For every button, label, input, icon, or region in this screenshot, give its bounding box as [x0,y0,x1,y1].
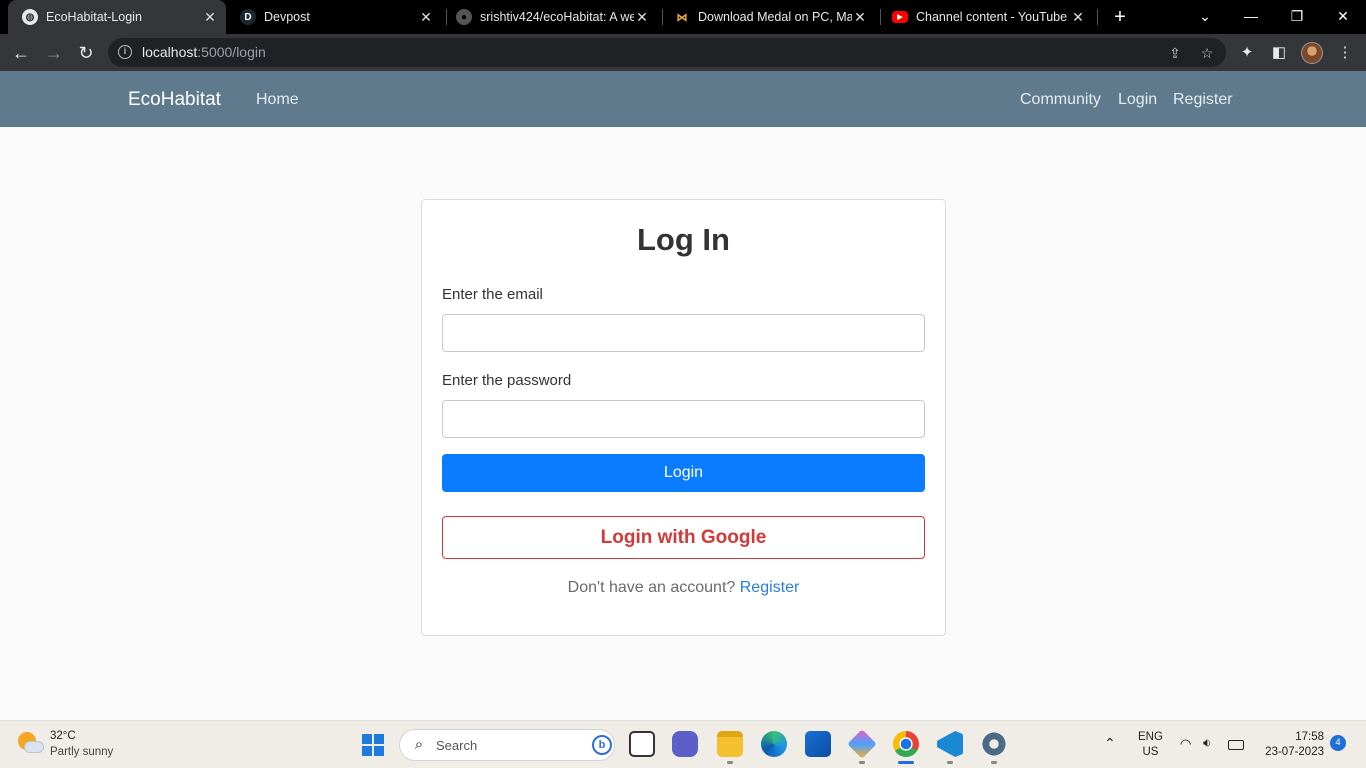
running-indicator [991,761,997,764]
signup-prompt: Don't have an account? Register [422,579,945,597]
tab-title: Channel content - YouTube S [916,10,1070,24]
gitkraken-icon[interactable] [847,729,877,759]
task-view-icon[interactable] [629,731,655,757]
settings-gear-icon[interactable] [981,731,1007,757]
address-bar[interactable]: i localhost:5000/login ⇪ ☆ [108,38,1226,67]
nav-login[interactable]: Login [1118,91,1157,109]
clock[interactable]: 17:58 23-07-2023 [1260,730,1324,768]
tab-medal[interactable]: ⋈ Download Medal on PC, Mac ✕ [666,0,876,34]
site-navbar: EcoHabitat Home Community Login Register [0,71,1366,127]
tab-divider [880,9,881,25]
side-panel-icon[interactable]: ◧ [1268,42,1290,64]
back-button[interactable]: ← [8,40,34,66]
globe-icon: ◍ [22,9,38,25]
battery-icon[interactable] [1228,740,1244,750]
close-tab-icon[interactable]: ✕ [1070,9,1086,26]
tab-divider [662,9,663,25]
browser-toolbar: ← → ↻ i localhost:5000/login ⇪ ☆ [0,34,1366,71]
minimize-button[interactable]: — [1228,0,1274,34]
vscode-icon[interactable] [937,731,963,757]
clock-date: 23-07-2023 [1265,746,1324,758]
file-explorer-icon[interactable] [717,731,743,757]
tab-title: Download Medal on PC, Mac [698,10,852,24]
restore-button[interactable]: ❐ [1274,0,1320,34]
volume-icon[interactable]: 🔉︎ [1203,735,1211,768]
bookmark-star-icon[interactable]: ☆ [1198,44,1216,62]
url-text[interactable]: localhost:5000/login [142,44,266,60]
taskbar-search[interactable]: ⌕ Search b [399,729,615,761]
weather-icon[interactable] [18,732,44,756]
notification-badge[interactable]: 4 [1330,735,1346,751]
browser-tab-bar: ◍ EcoHabitat-Login ✕ D Devpost ✕ ● srish… [0,0,1366,34]
forward-button[interactable]: → [41,40,67,66]
close-window-button[interactable]: ✕ [1320,0,1366,34]
devpost-icon: D [240,9,256,25]
close-tab-icon[interactable]: ✕ [634,9,650,26]
tab-title: srishtiv424/ecoHabitat: A wel [480,10,634,24]
tab-title: EcoHabitat-Login [46,10,142,24]
medal-icon: ⋈ [676,11,688,24]
tab-devpost[interactable]: D Devpost ✕ [232,0,442,34]
password-field[interactable] [442,400,925,438]
tab-github[interactable]: ● srishtiv424/ecoHabitat: A wel ✕ [448,0,658,34]
nav-community[interactable]: Community [1020,91,1101,109]
password-label: Enter the password [442,372,572,389]
wifi-icon[interactable]: ◠ [1180,736,1191,768]
close-tab-icon[interactable]: ✕ [852,9,868,26]
chevron-up-icon[interactable]: ⌃ [1104,735,1116,768]
search-label: Search [436,738,478,753]
profile-avatar[interactable] [1301,42,1323,64]
github-icon: ● [456,9,472,25]
url-host: localhost [142,44,198,60]
tab-title: Devpost [264,10,310,24]
microsoft-store-icon[interactable] [805,731,831,757]
email-label: Enter the email [442,286,543,303]
email-field[interactable] [442,314,925,352]
tab-divider [1097,9,1098,25]
menu-icon[interactable]: ⋮ [1334,42,1356,64]
running-indicator [727,761,733,764]
tab-youtube-studio[interactable]: ▶ Channel content - YouTube S ✕ [884,0,1094,34]
language-indicator[interactable]: ENG US [1138,730,1163,768]
active-indicator [898,761,914,764]
register-link[interactable]: Register [740,579,800,596]
region-code: US [1142,746,1159,758]
login-button[interactable]: Login [442,454,925,492]
site-info-icon[interactable]: i [118,45,132,59]
extensions-icon[interactable]: ✦ [1236,42,1258,64]
login-card: Log In Enter the email Enter the passwor… [421,199,946,636]
weather-condition[interactable]: Partly sunny [50,746,113,758]
url-path: :5000/login [197,44,266,60]
search-icon: ⌕ [414,736,424,753]
nav-register[interactable]: Register [1173,91,1233,109]
page-title: Log In [637,222,730,257]
meet-chat-icon[interactable] [672,731,698,757]
running-indicator [859,761,865,764]
tab-search-icon[interactable]: ⌄ [1182,0,1228,34]
tab-divider [446,9,447,25]
youtube-icon: ▶ [892,11,908,23]
new-tab-button[interactable]: + [1108,5,1132,29]
tab-ecohabitat-login[interactable]: ◍ EcoHabitat-Login ✕ [8,0,226,34]
taskbar: 32°C Partly sunny ⌕ Search b ⌃ ENG US ◠ … [0,720,1366,768]
running-indicator [947,761,953,764]
nav-home[interactable]: Home [256,91,299,109]
signup-prompt-text: Don't have an account? [567,579,736,596]
bing-icon[interactable]: b [592,735,612,755]
close-tab-icon[interactable]: ✕ [418,9,434,26]
close-tab-icon[interactable]: ✕ [202,9,218,26]
clock-time: 17:58 [1295,731,1324,743]
share-icon[interactable]: ⇪ [1166,44,1184,62]
login-with-google-button[interactable]: Login with Google [442,516,925,559]
windows-start-icon[interactable] [362,734,384,756]
edge-icon[interactable] [761,731,787,757]
chrome-icon[interactable] [893,731,919,757]
language-code: ENG [1138,731,1163,743]
weather-temperature[interactable]: 32°C [50,730,76,742]
brand-logo[interactable]: EcoHabitat [128,89,221,111]
reload-button[interactable]: ↻ [73,40,99,66]
